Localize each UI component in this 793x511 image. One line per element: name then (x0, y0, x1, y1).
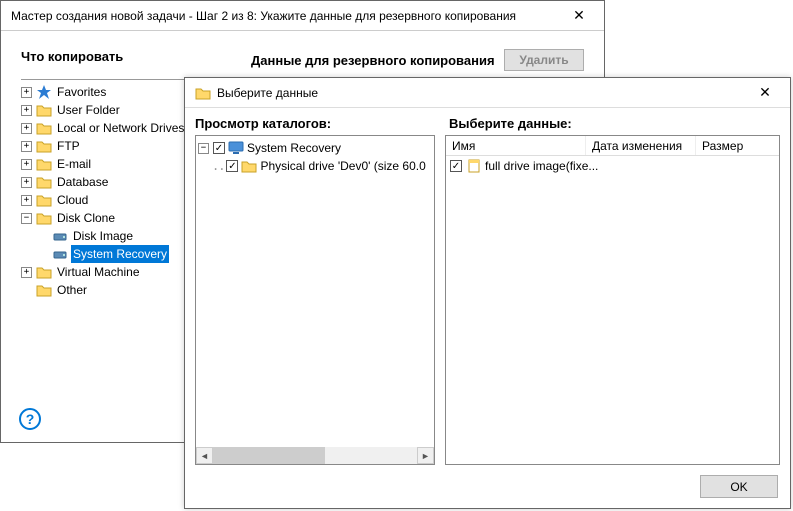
col-name[interactable]: Имя (446, 136, 586, 155)
checkbox[interactable] (226, 160, 238, 172)
folder-icon (36, 264, 52, 280)
scroll-right-arrow[interactable]: ► (417, 447, 434, 464)
tree-item[interactable]: Disk Image (21, 227, 201, 245)
close-button[interactable]: ✕ (559, 4, 599, 28)
expand-icon[interactable]: + (21, 267, 32, 278)
tree-item-label[interactable]: Favorites (55, 83, 108, 101)
expand-icon[interactable]: + (21, 195, 32, 206)
dialog-close-button[interactable]: ✕ (745, 81, 785, 105)
tree-item-label[interactable]: Other (55, 281, 89, 299)
dialog-titlebar: Выберите данные ✕ (185, 78, 790, 108)
folder-icon (36, 138, 52, 154)
select-data-dialog: Выберите данные ✕ Просмотр каталогов: Вы… (184, 77, 791, 509)
backup-data-header: Данные для резервного копирования (251, 53, 504, 68)
folder-icon (36, 174, 52, 190)
collapse-icon[interactable]: − (198, 143, 209, 154)
browse-header: Просмотр каталогов: (195, 116, 435, 131)
tree-item-label[interactable]: Cloud (55, 191, 90, 209)
select-header: Выберите данные: (449, 116, 572, 131)
expand-icon[interactable]: + (21, 105, 32, 116)
monitor-icon (228, 140, 244, 156)
tree-item[interactable]: + Favorites (21, 83, 201, 101)
col-date[interactable]: Дата изменения (586, 136, 696, 155)
tree-item-label[interactable]: Disk Clone (55, 209, 117, 227)
help-button[interactable]: ? (19, 408, 41, 430)
tree-item-label[interactable]: Database (55, 173, 110, 191)
scroll-track[interactable] (213, 447, 417, 464)
tree-item[interactable]: + Cloud (21, 191, 201, 209)
checkbox[interactable] (450, 160, 462, 172)
checkbox[interactable] (213, 142, 225, 154)
column-headers[interactable]: Имя Дата изменения Размер (446, 136, 779, 156)
select-pane[interactable]: Имя Дата изменения Размер full drive ima… (445, 135, 780, 465)
file-row[interactable]: full drive image(fixe... (446, 156, 779, 176)
folder-icon (36, 210, 52, 226)
disk-icon (52, 246, 68, 262)
tree-item[interactable]: + E-mail (21, 155, 201, 173)
what-to-copy-header: Что копировать (21, 49, 251, 71)
tree-item[interactable]: − Disk Clone (21, 209, 201, 227)
browse-pane[interactable]: − System Recovery.. Physical drive 'Dev0' … (195, 135, 435, 465)
tree-item[interactable]: System Recovery (21, 245, 201, 263)
browse-item-label[interactable]: Physical drive 'Dev0' (size 60.0 (260, 159, 425, 173)
col-size[interactable]: Размер (696, 136, 779, 155)
expand-icon[interactable]: + (21, 177, 32, 188)
tree-item-label[interactable]: User Folder (55, 101, 122, 119)
tree-item-label[interactable]: E-mail (55, 155, 93, 173)
disk-icon (52, 228, 68, 244)
folder-icon (195, 85, 211, 101)
browse-item[interactable]: .. Physical drive 'Dev0' (size 60.0 (198, 157, 432, 175)
tree-connector: .. (212, 159, 224, 173)
tree-item[interactable]: + User Folder (21, 101, 201, 119)
delete-button[interactable]: Удалить (504, 49, 584, 71)
folder-icon (36, 102, 52, 118)
expand-icon[interactable]: + (21, 159, 32, 170)
file-icon (466, 158, 482, 174)
expand-icon[interactable]: + (21, 123, 32, 134)
browse-item-label[interactable]: System Recovery (247, 141, 341, 155)
source-tree[interactable]: + Favorites + User Folder + Local or Network … (21, 83, 201, 299)
folder-icon (36, 192, 52, 208)
window-title: Мастер создания новой задачи - Шаг 2 из … (11, 9, 559, 23)
tree-item[interactable]: + FTP (21, 137, 201, 155)
tree-item-label[interactable]: Disk Image (71, 227, 135, 245)
scroll-left-arrow[interactable]: ◄ (196, 447, 213, 464)
tree-item-label[interactable]: FTP (55, 137, 82, 155)
browse-item[interactable]: − System Recovery (198, 139, 432, 157)
headers-row: Что копировать Данные для резервного коп… (1, 31, 604, 79)
tree-item-label[interactable]: Virtual Machine (55, 263, 142, 281)
folder-icon (36, 282, 52, 298)
panel-headers: Просмотр каталогов: Выберите данные: (185, 108, 790, 135)
tree-item[interactable]: + Virtual Machine (21, 263, 201, 281)
expand-icon[interactable]: + (21, 87, 32, 98)
scroll-thumb[interactable] (213, 447, 325, 464)
tree-item[interactable]: + Database (21, 173, 201, 191)
ok-button[interactable]: OK (700, 475, 778, 498)
tree-spacer (37, 249, 48, 260)
dialog-title: Выберите данные (217, 86, 745, 100)
folder-icon (36, 156, 52, 172)
collapse-icon[interactable]: − (21, 213, 32, 224)
expand-icon[interactable]: + (21, 141, 32, 152)
star-icon (36, 84, 52, 100)
tree-item-label[interactable]: System Recovery (71, 245, 169, 263)
tree-item[interactable]: Other (21, 281, 201, 299)
tree-spacer (37, 231, 48, 242)
horizontal-scrollbar[interactable]: ◄ ► (196, 447, 434, 464)
folder-icon (241, 158, 257, 174)
folder-icon (36, 120, 52, 136)
titlebar: Мастер создания новой задачи - Шаг 2 из … (1, 1, 604, 31)
tree-spacer (21, 285, 32, 296)
tree-item[interactable]: + Local or Network Drives (21, 119, 201, 137)
file-label[interactable]: full drive image(fixe... (485, 159, 598, 173)
tree-item-label[interactable]: Local or Network Drives (55, 119, 186, 137)
